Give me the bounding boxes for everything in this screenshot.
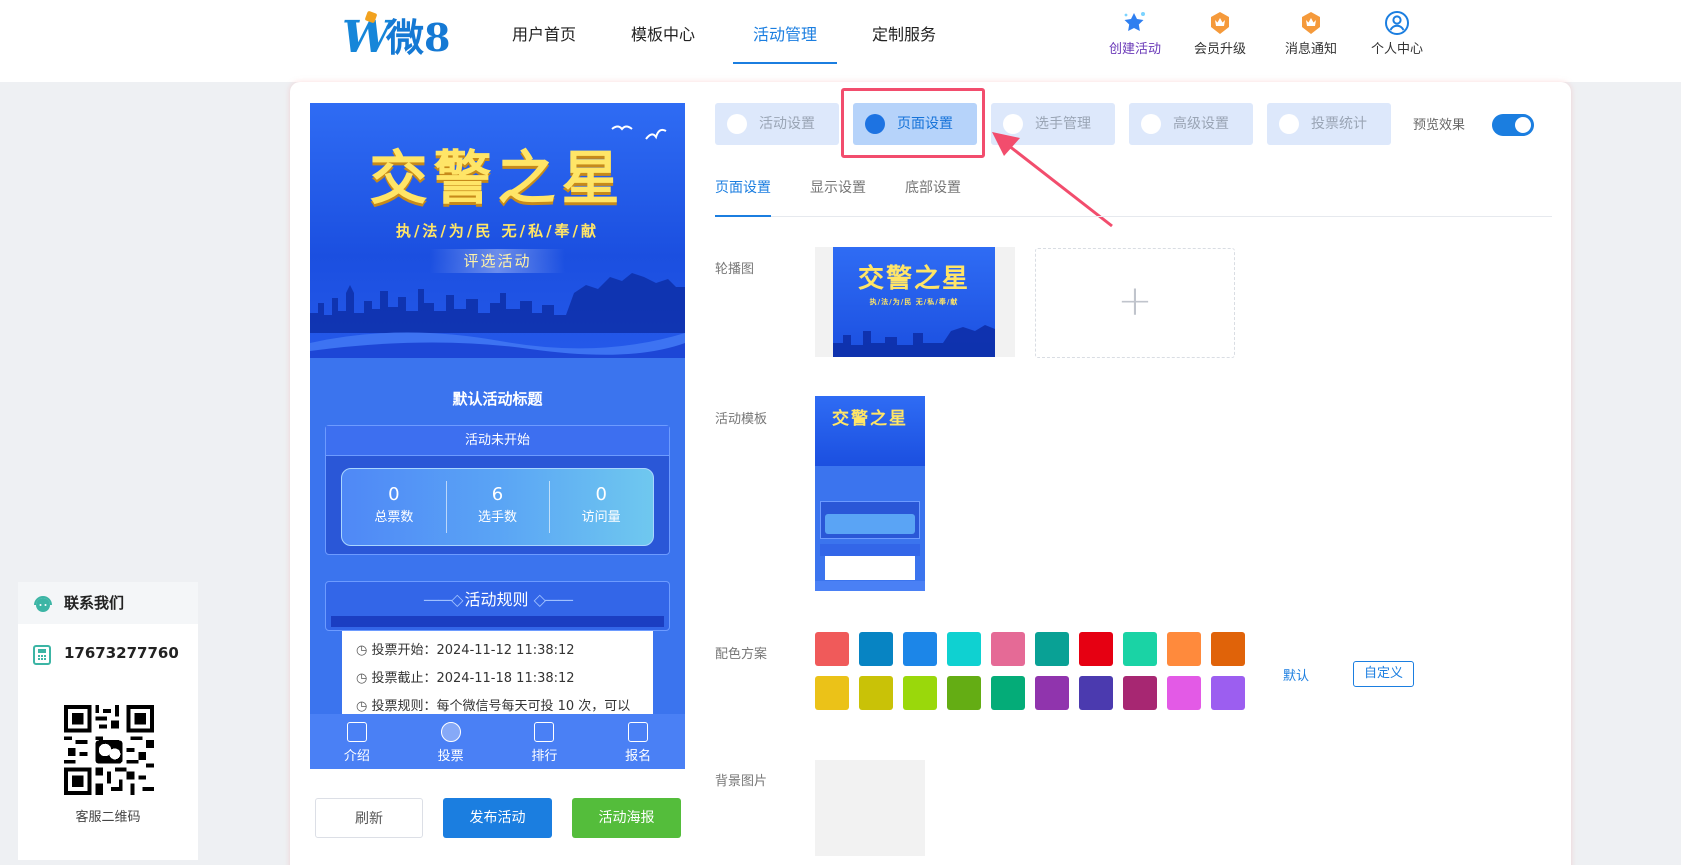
color-swatch[interactable] xyxy=(815,676,849,710)
template-label: 活动模板 xyxy=(715,412,768,427)
clock-icon: ◷ xyxy=(356,671,372,686)
color-swatch[interactable] xyxy=(1079,632,1113,666)
subtab-footer-settings[interactable]: 底部设置 xyxy=(905,178,961,198)
pointer-arrow xyxy=(992,132,1113,228)
preview-activity-title: 默认活动标题 xyxy=(452,390,543,408)
vote-icon xyxy=(440,722,461,742)
preview-toggle[interactable] xyxy=(1492,114,1534,136)
preview-nav-intro[interactable]: 介绍 xyxy=(310,714,404,769)
preview-banner: 交警之星 执/法/为/民 无/私/奉/献 评选活动 xyxy=(310,103,685,358)
stat-total-votes: 0 总票数 xyxy=(374,484,414,525)
background-image-placeholder[interactable] xyxy=(815,760,925,856)
phone-icon xyxy=(33,645,51,665)
contact-phone: 17673277760 xyxy=(64,644,179,662)
color-swatch[interactable] xyxy=(1211,632,1245,666)
user-circle-icon xyxy=(1384,10,1410,36)
crown-badge-icon xyxy=(1298,10,1324,36)
color-swatch[interactable] xyxy=(1079,676,1113,710)
banner-title: 交警之星 xyxy=(369,144,626,212)
background-label: 背景图片 xyxy=(715,774,768,789)
notifications-button[interactable]: 消息通知 xyxy=(1276,10,1346,57)
preview-nav-rank[interactable]: 排行 xyxy=(498,714,592,769)
rule-start: 投票开始：2024-11-12 11:38:12 xyxy=(371,643,575,658)
nav-templates[interactable]: 模板中心 xyxy=(629,0,697,82)
preview-nav-vote[interactable]: 投票 xyxy=(404,714,498,769)
color-swatch[interactable] xyxy=(903,632,937,666)
customer-service-icon xyxy=(34,596,52,612)
create-activity-button[interactable]: 创建活动 xyxy=(1100,10,1170,57)
banner-subtitle: 执/法/为/民 无/私/奉/献 xyxy=(395,222,600,240)
logo-mark: W xyxy=(342,12,391,63)
clock-icon: ◷ xyxy=(356,643,372,658)
document-icon xyxy=(346,722,367,742)
refresh-button[interactable]: 刷新 xyxy=(315,798,423,838)
publish-activity-button[interactable]: 发布活动 xyxy=(443,798,552,838)
rules-title: 活动规则 xyxy=(464,590,529,609)
preview-nav-signup[interactable]: 报名 xyxy=(591,714,685,769)
bar-chart-icon xyxy=(534,722,555,742)
city-skyline-image xyxy=(310,273,685,358)
color-swatch[interactable] xyxy=(859,676,893,710)
logo-text: 微8 xyxy=(386,15,451,60)
subtab-page-settings[interactable]: 页面设置 xyxy=(715,178,771,198)
edit-icon xyxy=(628,722,649,742)
member-upgrade-button[interactable]: 会员升级 xyxy=(1185,10,1255,57)
preview-bottom-nav: 介绍 投票 排行 报名 xyxy=(310,714,685,769)
custom-color-button[interactable]: 自定义 xyxy=(1353,661,1414,687)
color-swatch[interactable] xyxy=(1211,676,1245,710)
nav-activity-manage[interactable]: 活动管理 xyxy=(733,0,837,82)
preview-toggle-label: 预览效果 xyxy=(1413,118,1466,133)
tab-vote-stats[interactable]: 投票统计 xyxy=(1267,103,1391,145)
subtab-display-settings[interactable]: 显示设置 xyxy=(810,178,866,198)
stat-visits: 0 访问量 xyxy=(549,469,653,545)
color-scheme-label: 配色方案 xyxy=(715,647,768,662)
sliders-icon xyxy=(1141,114,1161,134)
color-swatch[interactable] xyxy=(1167,676,1201,710)
top-bar: W 微8 用户首页 模板中心 活动管理 定制服务 创建活动 会员升级 消息通知 … xyxy=(0,0,1681,82)
qr-code-label: 客服二维码 xyxy=(75,810,141,825)
rule-end: 投票截止：2024-11-18 11:38:12 xyxy=(371,671,575,686)
tab-advanced-settings[interactable]: 高级设置 xyxy=(1129,103,1253,145)
color-swatch[interactable] xyxy=(859,632,893,666)
chart-icon xyxy=(1279,114,1299,134)
qr-code-image[interactable] xyxy=(63,704,155,796)
heart-icon xyxy=(727,114,747,134)
rule-detail: 投票规则：每个微信号每天可投 10 次，可以 xyxy=(371,699,631,714)
stats-panel: 活动未开始 0 总票数 6 选手数 0 访问量 xyxy=(325,425,670,555)
stat-contestants: 6 选手数 xyxy=(445,469,550,545)
contact-title: 联系我们 xyxy=(64,594,125,612)
profile-button[interactable]: 个人中心 xyxy=(1362,10,1432,57)
carousel-image[interactable]: 交警之星 执/法/为/民 无/私/奉/献 xyxy=(833,247,995,357)
color-swatch[interactable] xyxy=(1167,632,1201,666)
rules-header: ——◇ 活动规则 ◇—— xyxy=(325,581,670,631)
template-thumbnail[interactable]: 交警之星 xyxy=(815,396,925,591)
contact-panel: 联系我们 17673277760 客服二维码 xyxy=(18,582,198,860)
color-swatch[interactable] xyxy=(947,632,981,666)
color-swatch[interactable] xyxy=(991,676,1025,710)
color-swatch[interactable] xyxy=(815,632,849,666)
color-swatch[interactable] xyxy=(1123,632,1157,666)
default-color-button[interactable]: 默认 xyxy=(1283,665,1309,684)
logo[interactable]: W 微8 xyxy=(342,10,452,64)
status-badge: 活动未开始 xyxy=(326,426,669,456)
color-swatch[interactable] xyxy=(1035,632,1069,666)
activity-poster-button[interactable]: 活动海报 xyxy=(572,798,681,838)
mobile-preview: 交警之星 执/法/为/民 无/私/奉/献 评选活动 默认活动标题 活动未开始 0… xyxy=(310,103,685,769)
color-swatch[interactable] xyxy=(947,676,981,710)
color-swatch[interactable] xyxy=(1123,676,1157,710)
carousel-upload-button[interactable]: + xyxy=(1035,248,1235,358)
crown-badge-icon xyxy=(1207,10,1233,36)
color-swatch[interactable] xyxy=(1035,676,1069,710)
star-sparkle-icon xyxy=(1122,10,1148,36)
tab-activity-settings[interactable]: 活动设置 xyxy=(715,103,839,145)
color-swatch[interactable] xyxy=(991,632,1025,666)
color-swatch[interactable] xyxy=(903,676,937,710)
clock-icon: ◷ xyxy=(356,699,372,714)
nav-home[interactable]: 用户首页 xyxy=(510,0,578,82)
carousel-label: 轮播图 xyxy=(715,262,755,277)
nav-custom-service[interactable]: 定制服务 xyxy=(870,0,938,82)
highlight-box xyxy=(841,88,985,158)
